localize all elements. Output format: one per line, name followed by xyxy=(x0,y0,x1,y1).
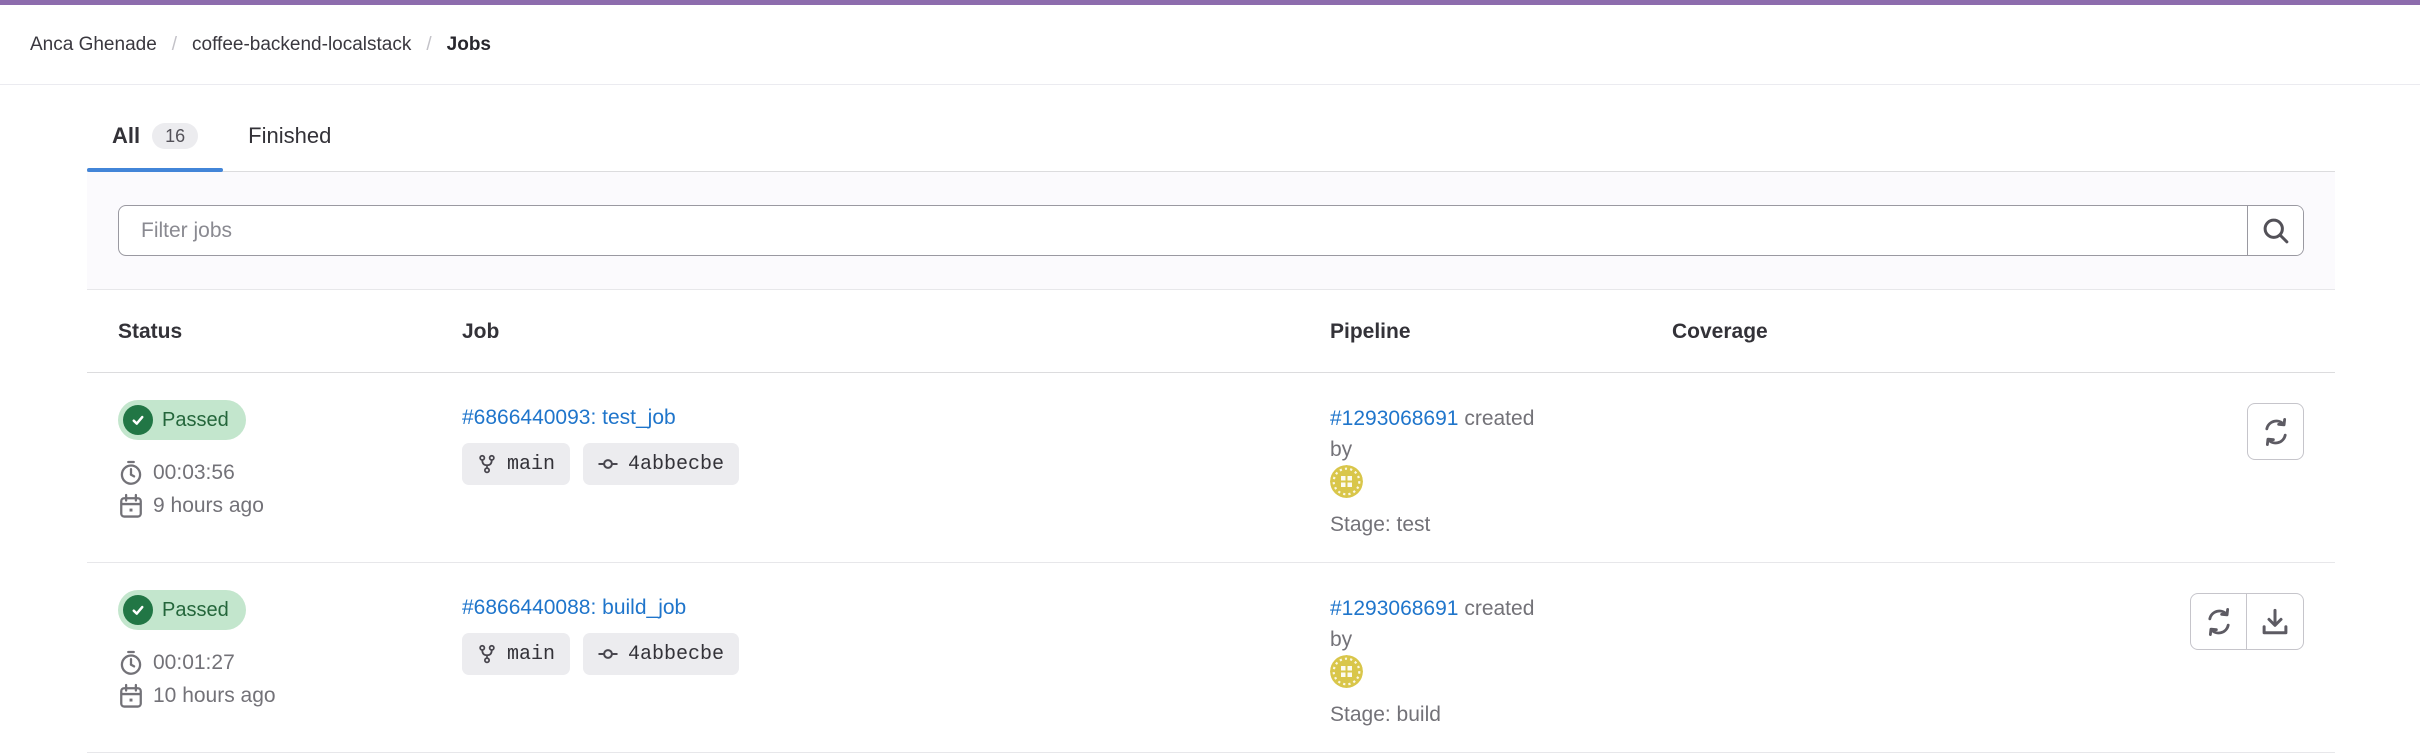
branch-icon xyxy=(477,644,497,664)
job-row: Passed 00:03:56 9 hours ago xyxy=(87,373,2335,563)
header-pipeline: Pipeline xyxy=(1330,290,1672,372)
status-cell: Passed 00:01:27 10 hours ago xyxy=(118,590,462,709)
job-finished-at-value: 9 hours ago xyxy=(153,494,264,518)
pipeline-created-text: created xyxy=(1464,597,1534,620)
job-link[interactable]: #6866440088: build_job xyxy=(462,596,686,620)
commit-sha-badge[interactable]: 4abbecbe xyxy=(583,443,739,485)
ref-badge-label: main xyxy=(507,643,555,666)
status-badge[interactable]: Passed xyxy=(118,590,246,630)
calendar-icon xyxy=(118,493,144,519)
job-actions xyxy=(2190,593,2304,650)
status-badge[interactable]: Passed xyxy=(118,400,246,440)
breadcrumb-current-page: Jobs xyxy=(447,34,491,56)
job-link[interactable]: #6866440093: test_job xyxy=(462,406,676,430)
filter-bar xyxy=(87,172,2335,290)
status-badge-label: Passed xyxy=(162,409,229,432)
retry-icon xyxy=(2261,417,2291,447)
breadcrumb-separator: / xyxy=(172,34,177,56)
user-avatar[interactable] xyxy=(1330,655,1363,688)
status-badge-label: Passed xyxy=(162,599,229,622)
header-job: Job xyxy=(462,290,1330,372)
job-row: Passed 00:01:27 10 hours ago xyxy=(87,563,2335,753)
retry-icon xyxy=(2204,607,2234,637)
job-duration: 00:01:27 xyxy=(118,650,462,676)
job-cell: #6866440093: test_job main xyxy=(462,400,1330,485)
search-button[interactable] xyxy=(2247,206,2303,255)
jobs-table-header: Status Job Pipeline Coverage xyxy=(87,290,2335,373)
status-cell: Passed 00:03:56 9 hours ago xyxy=(118,400,462,519)
commit-sha-badge[interactable]: 4abbecbe xyxy=(583,633,739,675)
tab-all[interactable]: All 16 xyxy=(87,100,223,171)
pipeline-link[interactable]: #1293068691 xyxy=(1330,597,1458,620)
breadcrumb-project-link[interactable]: coffee-backend-localstack xyxy=(192,34,411,56)
pipeline-cell: #1293068691 created by Stage: build xyxy=(1330,590,1672,727)
tab-all-count-badge: 16 xyxy=(152,123,198,149)
filter-jobs-input[interactable] xyxy=(119,206,2247,255)
breadcrumb: Anca Ghenade / coffee-backend-localstack… xyxy=(0,5,2420,85)
user-avatar[interactable] xyxy=(1330,465,1363,498)
download-artifacts-button[interactable] xyxy=(2247,593,2304,650)
tab-finished-label: Finished xyxy=(248,123,331,149)
search-icon xyxy=(2261,216,2291,246)
job-tags: main 4abbecbe xyxy=(462,443,1330,485)
commit-icon xyxy=(598,454,618,474)
commit-icon xyxy=(598,644,618,664)
pipeline-stage: Stage: test xyxy=(1330,513,1672,537)
job-finished-at: 9 hours ago xyxy=(118,493,462,519)
pipeline-by-text: by xyxy=(1330,628,1352,651)
tab-finished[interactable]: Finished xyxy=(223,100,356,171)
job-duration: 00:03:56 xyxy=(118,460,462,486)
filter-box xyxy=(118,205,2304,256)
job-cell: #6866440088: build_job main xyxy=(462,590,1330,675)
header-coverage: Coverage xyxy=(1672,290,2304,372)
status-passed-check-icon xyxy=(123,405,153,435)
retry-job-button[interactable] xyxy=(2190,593,2247,650)
retry-job-button[interactable] xyxy=(2247,403,2304,460)
breadcrumb-group-link[interactable]: Anca Ghenade xyxy=(30,34,157,56)
pipeline-cell: #1293068691 created by Stage: test xyxy=(1330,400,1672,537)
download-icon xyxy=(2260,607,2290,637)
header-status: Status xyxy=(118,290,462,372)
calendar-icon xyxy=(118,683,144,709)
pipeline-created-text: created xyxy=(1464,407,1534,430)
job-actions xyxy=(2247,403,2304,460)
branch-icon xyxy=(477,454,497,474)
pipeline-by-text: by xyxy=(1330,438,1352,461)
commit-sha-label: 4abbecbe xyxy=(628,643,724,666)
ref-badge[interactable]: main xyxy=(462,633,570,675)
pipeline-stage: Stage: build xyxy=(1330,703,1672,727)
timer-icon xyxy=(118,650,144,676)
job-tags: main 4abbecbe xyxy=(462,633,1330,675)
status-passed-check-icon xyxy=(123,595,153,625)
job-finished-at-value: 10 hours ago xyxy=(153,684,276,708)
breadcrumb-separator: / xyxy=(426,34,431,56)
job-duration-value: 00:03:56 xyxy=(153,461,235,485)
job-finished-at: 10 hours ago xyxy=(118,683,462,709)
timer-icon xyxy=(118,460,144,486)
ref-badge-label: main xyxy=(507,453,555,476)
pipeline-link[interactable]: #1293068691 xyxy=(1330,407,1458,430)
tab-all-label: All xyxy=(112,123,140,149)
pipeline-info: #1293068691 created by xyxy=(1330,403,1672,498)
pipeline-info: #1293068691 created by xyxy=(1330,593,1672,688)
ref-badge[interactable]: main xyxy=(462,443,570,485)
commit-sha-label: 4abbecbe xyxy=(628,453,724,476)
jobs-tabs: All 16 Finished xyxy=(87,100,2335,172)
jobs-page-content: All 16 Finished Status Job Pipeline Cove… xyxy=(87,100,2335,753)
job-duration-value: 00:01:27 xyxy=(153,651,235,675)
